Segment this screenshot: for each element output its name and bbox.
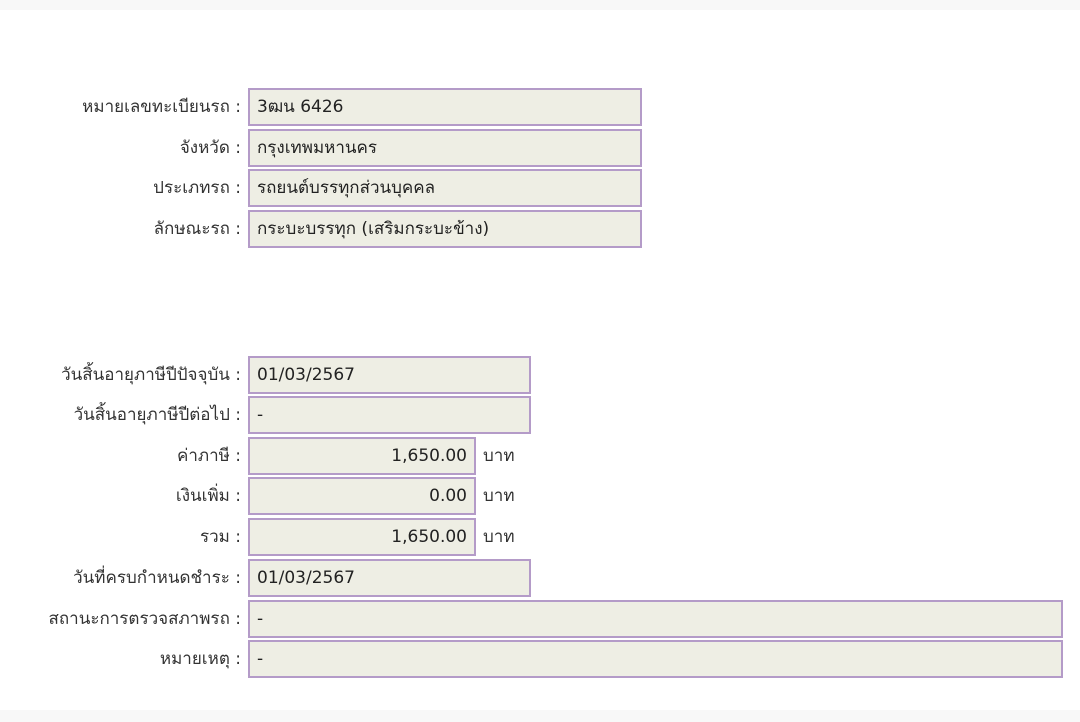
due-date-field[interactable]: 01/03/2567 [248,559,531,597]
inspection-status-label: สถานะการตรวจสภาพรถ : [48,609,241,629]
vehicle-style-field[interactable]: กระบะบรรทุก (เสริมกระบะข้าง) [248,210,642,248]
tax-amount-field[interactable]: 1,650.00 [248,437,476,475]
plate-field[interactable]: 3ฒน 6426 [248,88,642,126]
province-label: จังหวัด : [179,138,241,158]
due-date-label: วันที่ครบกำหนดชำระ : [73,568,241,588]
remark-field[interactable]: - [248,640,1063,678]
inspection-status-field[interactable]: - [248,600,1063,638]
next-expiry-field[interactable]: - [248,396,531,434]
surcharge-label: เงินเพิ่ม : [175,486,241,506]
total-unit: บาท [483,527,515,547]
vehicle-style-label: ลักษณะรถ : [153,219,241,239]
surcharge-field[interactable]: 0.00 [248,477,476,515]
plate-label: หมายเลขทะเบียนรถ : [82,97,241,117]
vehicle-tax-panel: หมายเลขทะเบียนรถ : 3ฒน 6426 จังหวัด : กร… [0,10,1080,710]
tax-amount-unit: บาท [483,446,515,466]
vehicle-type-field[interactable]: รถยนต์บรรทุกส่วนบุคคล [248,169,642,207]
province-field[interactable]: กรุงเทพมหานคร [248,129,642,167]
surcharge-unit: บาท [483,486,515,506]
total-field[interactable]: 1,650.00 [248,518,476,556]
remark-label: หมายเหตุ : [159,649,241,669]
next-expiry-label: วันสิ้นอายุภาษีปีต่อไป : [73,405,241,425]
tax-amount-label: ค่าภาษี : [176,446,241,466]
current-expiry-label: วันสิ้นอายุภาษีปีปัจจุบัน : [61,365,241,385]
vehicle-type-label: ประเภทรถ : [153,178,241,198]
total-label: รวม : [199,527,241,547]
current-expiry-field[interactable]: 01/03/2567 [248,356,531,394]
